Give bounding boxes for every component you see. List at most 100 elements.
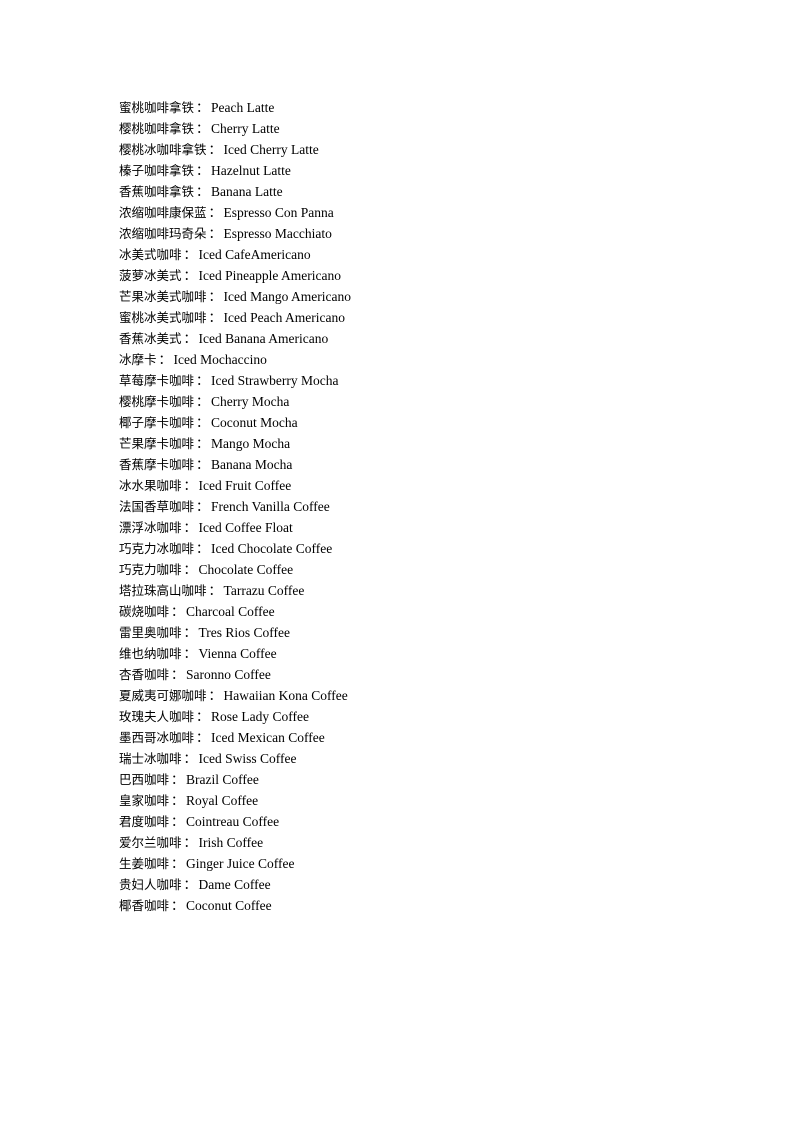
list-item: 塔拉珠高山咖啡： Tarrazu Coffee xyxy=(119,580,679,601)
term-english: Coconut Mocha xyxy=(211,415,298,430)
term-chinese: 芒果摩卡咖啡 xyxy=(119,436,195,451)
term-english: Iced Strawberry Mocha xyxy=(211,373,339,388)
term-chinese: 椰子摩卡咖啡 xyxy=(119,415,195,430)
term-chinese: 碳烧咖啡 xyxy=(119,604,170,619)
list-item: 芒果摩卡咖啡： Mango Mocha xyxy=(119,433,679,454)
coffee-name-list: 蜜桃咖啡拿铁： Peach Latte 樱桃咖啡拿铁： Cherry Latte 樱桃冰… xyxy=(119,97,679,916)
term-separator: ： xyxy=(208,688,222,703)
term-english: Charcoal Coffee xyxy=(186,604,275,619)
term-separator: ： xyxy=(183,478,197,493)
term-separator: ： xyxy=(183,646,197,661)
term-separator: ： xyxy=(196,163,210,178)
term-english: Peach Latte xyxy=(211,100,275,115)
term-english: Tarrazu Coffee xyxy=(223,583,305,598)
term-separator: ： xyxy=(158,352,172,367)
term-chinese: 夏威夷可娜咖啡 xyxy=(119,688,207,703)
list-item: 蜜桃咖啡拿铁： Peach Latte xyxy=(119,97,679,118)
term-separator: ： xyxy=(183,247,197,262)
list-item: 樱桃摩卡咖啡： Cherry Mocha xyxy=(119,391,679,412)
term-separator: ： xyxy=(171,667,185,682)
term-separator: ： xyxy=(196,541,210,556)
term-chinese: 爱尔兰咖啡 xyxy=(119,835,182,850)
term-separator: ： xyxy=(196,394,210,409)
term-separator: ： xyxy=(196,100,210,115)
term-chinese: 冰美式咖啡 xyxy=(119,247,182,262)
term-english: Iced Mochaccino xyxy=(173,352,267,367)
term-chinese: 香蕉冰美式 xyxy=(119,331,182,346)
list-item: 香蕉咖啡拿铁： Banana Latte xyxy=(119,181,679,202)
term-english: Dame Coffee xyxy=(198,877,271,892)
term-separator: ： xyxy=(171,898,185,913)
term-separator: ： xyxy=(196,373,210,388)
list-item: 香蕉摩卡咖啡： Banana Mocha xyxy=(119,454,679,475)
list-item: 冰水果咖啡： Iced Fruit Coffee xyxy=(119,475,679,496)
list-item: 草莓摩卡咖啡： Iced Strawberry Mocha xyxy=(119,370,679,391)
term-chinese: 冰摩卡 xyxy=(119,352,157,367)
list-item: 碳烧咖啡： Charcoal Coffee xyxy=(119,601,679,622)
term-separator: ： xyxy=(171,814,185,829)
list-item: 香蕉冰美式： Iced Banana Americano xyxy=(119,328,679,349)
term-english: Iced Coffee Float xyxy=(198,520,293,535)
term-separator: ： xyxy=(196,457,210,472)
term-english: Cherry Latte xyxy=(211,121,280,136)
list-item: 芒果冰美式咖啡： Iced Mango Americano xyxy=(119,286,679,307)
term-english: Iced Peach Americano xyxy=(223,310,345,325)
term-chinese: 榛子咖啡拿铁 xyxy=(119,163,195,178)
term-separator: ： xyxy=(208,226,222,241)
term-separator: ： xyxy=(196,499,210,514)
term-english: Iced Chocolate Coffee xyxy=(211,541,333,556)
term-english: Iced Banana Americano xyxy=(198,331,329,346)
term-chinese: 君度咖啡 xyxy=(119,814,170,829)
term-english: Mango Mocha xyxy=(211,436,291,451)
list-item: 墨西哥冰咖啡： Iced Mexican Coffee xyxy=(119,727,679,748)
term-english: Iced Pineapple Americano xyxy=(198,268,341,283)
term-chinese: 香蕉咖啡拿铁 xyxy=(119,184,195,199)
term-english: Chocolate Coffee xyxy=(198,562,294,577)
term-separator: ： xyxy=(171,604,185,619)
list-item: 冰摩卡： Iced Mochaccino xyxy=(119,349,679,370)
term-chinese: 玫瑰夫人咖啡 xyxy=(119,709,195,724)
term-chinese: 草莓摩卡咖啡 xyxy=(119,373,195,388)
term-chinese: 冰水果咖啡 xyxy=(119,478,182,493)
term-english: Brazil Coffee xyxy=(186,772,259,787)
term-english: Iced Fruit Coffee xyxy=(198,478,292,493)
list-item: 巧克力冰咖啡： Iced Chocolate Coffee xyxy=(119,538,679,559)
list-item: 雷里奥咖啡： Tres Rios Coffee xyxy=(119,622,679,643)
term-english: Ginger Juice Coffee xyxy=(186,856,295,871)
list-item: 冰美式咖啡： Iced CafeAmericano xyxy=(119,244,679,265)
list-item: 樱桃咖啡拿铁： Cherry Latte xyxy=(119,118,679,139)
term-separator: ： xyxy=(196,709,210,724)
term-chinese: 蜜桃冰美式咖啡 xyxy=(119,310,207,325)
list-item: 爱尔兰咖啡： Irish Coffee xyxy=(119,832,679,853)
term-chinese: 法国香草咖啡 xyxy=(119,499,195,514)
term-english: Hawaiian Kona Coffee xyxy=(223,688,348,703)
term-english: Iced Mexican Coffee xyxy=(211,730,325,745)
term-separator: ： xyxy=(183,835,197,850)
term-english: Iced Swiss Coffee xyxy=(198,751,297,766)
term-separator: ： xyxy=(196,415,210,430)
term-english: Tres Rios Coffee xyxy=(198,625,291,640)
term-english: Vienna Coffee xyxy=(198,646,277,661)
list-item: 浓缩咖啡康保蓝： Espresso Con Panna xyxy=(119,202,679,223)
list-item: 椰香咖啡： Coconut Coffee xyxy=(119,895,679,916)
term-chinese: 雷里奥咖啡 xyxy=(119,625,182,640)
term-separator: ： xyxy=(183,625,197,640)
term-separator: ： xyxy=(196,121,210,136)
term-chinese: 樱桃咖啡拿铁 xyxy=(119,121,195,136)
term-english: French Vanilla Coffee xyxy=(211,499,330,514)
list-item: 玫瑰夫人咖啡： Rose Lady Coffee xyxy=(119,706,679,727)
term-english: Iced Cherry Latte xyxy=(223,142,319,157)
term-chinese: 芒果冰美式咖啡 xyxy=(119,289,207,304)
term-separator: ： xyxy=(208,142,222,157)
term-english: Banana Latte xyxy=(211,184,283,199)
term-chinese: 巴西咖啡 xyxy=(119,772,170,787)
list-item: 维也纳咖啡： Vienna Coffee xyxy=(119,643,679,664)
term-chinese: 巧克力冰咖啡 xyxy=(119,541,195,556)
term-separator: ： xyxy=(183,877,197,892)
term-separator: ： xyxy=(171,856,185,871)
term-english: Hazelnut Latte xyxy=(211,163,291,178)
term-english: Irish Coffee xyxy=(198,835,264,850)
term-separator: ： xyxy=(183,751,197,766)
term-separator: ： xyxy=(183,268,197,283)
term-english: Espresso Con Panna xyxy=(223,205,334,220)
